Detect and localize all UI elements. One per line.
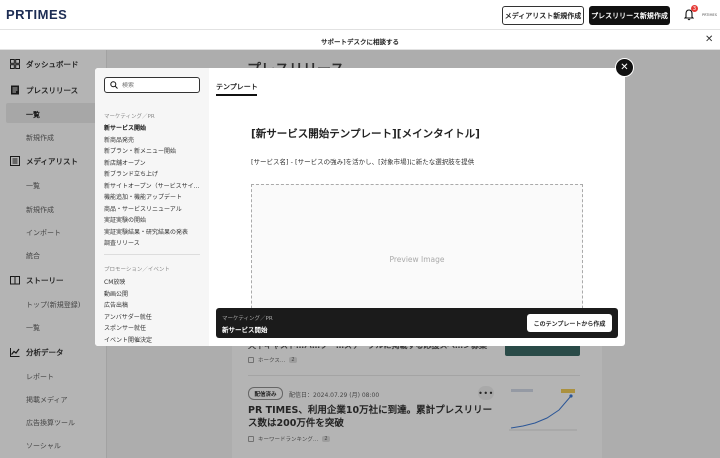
top-header: PRTIMES メディアリスト新規作成 プレスリリース新規作成 3 PRTIME… bbox=[0, 0, 720, 30]
template-item[interactable]: 新ブランド立ち上げ bbox=[104, 169, 158, 178]
category-heading: マーケティング／PR bbox=[104, 114, 155, 120]
template-item[interactable]: 新サービス開始 bbox=[104, 123, 146, 132]
template-modal: マーケティング／PR 新サービス開始 新商品発売 新プラン・新メニュー開始 新店… bbox=[95, 68, 625, 346]
template-item[interactable]: 実証実験の開始 bbox=[104, 215, 146, 224]
template-item[interactable]: 商品・サービスリニューアル bbox=[104, 204, 182, 213]
new-media-list-button[interactable]: メディアリスト新規作成 bbox=[502, 6, 584, 25]
template-item[interactable]: 新サイトオープン（サービスサイ… bbox=[104, 181, 200, 190]
template-subtitle: [サービス名] - [サービスの強み]を活かし、[対象市場]に新たな選択肢を提供 bbox=[251, 158, 475, 166]
template-item[interactable]: 実証実験結果・研究結果の発表 bbox=[104, 227, 188, 236]
search-box[interactable] bbox=[104, 77, 200, 93]
template-item[interactable]: スポンサー就任 bbox=[104, 323, 146, 332]
search-input[interactable] bbox=[122, 81, 192, 89]
preview-label: Preview Image bbox=[389, 254, 445, 264]
selected-template-name: 新サービス開始 bbox=[222, 326, 268, 334]
template-item[interactable]: 機能追加・機能アップデート bbox=[104, 192, 182, 201]
tab-underline bbox=[216, 94, 257, 96]
notification-badge: 3 bbox=[691, 5, 698, 12]
user-label[interactable]: PRTIMES bbox=[702, 13, 717, 17]
template-item[interactable]: イベント開催決定 bbox=[104, 335, 152, 344]
template-item[interactable]: 新店舗オープン bbox=[104, 158, 146, 167]
template-item[interactable]: 広告出稿 bbox=[104, 300, 128, 309]
template-title: [新サービス開始テンプレート][メインタイトル] bbox=[251, 128, 480, 140]
logo[interactable]: PRTIMES bbox=[6, 7, 67, 22]
support-banner: サポートデスクに相談する ✕ bbox=[0, 30, 720, 50]
search-icon bbox=[110, 81, 118, 89]
selected-category: マーケティング／PR bbox=[222, 316, 273, 322]
template-item[interactable]: 新プラン・新メニュー開始 bbox=[104, 146, 176, 155]
template-action-bar: マーケティング／PR 新サービス開始 このテンプレートから作成 bbox=[216, 308, 618, 338]
support-banner-link[interactable]: サポートデスクに相談する bbox=[0, 36, 720, 46]
template-sidebar: マーケティング／PR 新サービス開始 新商品発売 新プラン・新メニュー開始 新店… bbox=[95, 68, 209, 346]
close-icon[interactable]: ✕ bbox=[705, 34, 713, 45]
template-item[interactable]: 動画公開 bbox=[104, 289, 128, 298]
close-icon[interactable]: ✕ bbox=[615, 58, 634, 77]
template-item[interactable]: アンバサダー就任 bbox=[104, 312, 152, 321]
create-from-template-button[interactable]: このテンプレートから作成 bbox=[527, 314, 612, 332]
tab-template[interactable]: テンプレート bbox=[216, 82, 258, 92]
template-item[interactable]: 調査リリース bbox=[104, 238, 140, 247]
template-item[interactable]: CM放映 bbox=[104, 277, 125, 286]
divider bbox=[104, 254, 200, 255]
template-item[interactable]: 新商品発売 bbox=[104, 135, 134, 144]
category-heading: プロモーション／イベント bbox=[104, 267, 170, 273]
new-press-release-button[interactable]: プレスリリース新規作成 bbox=[589, 6, 670, 25]
